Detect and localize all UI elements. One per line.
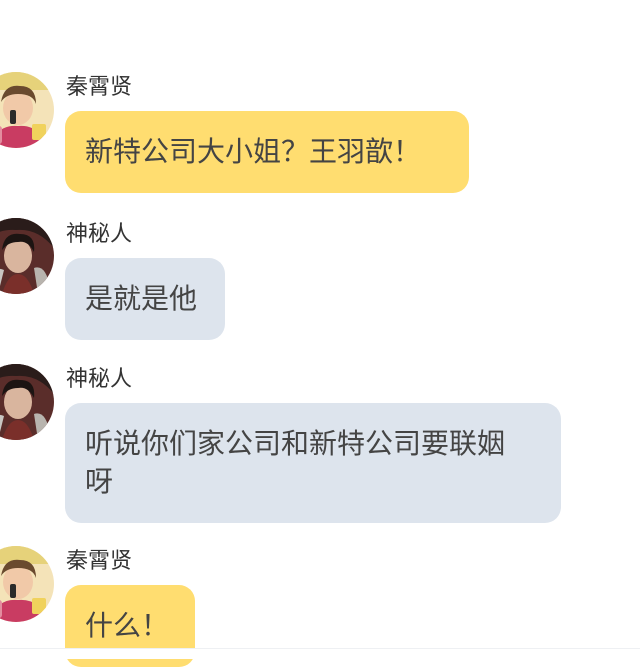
sender-name: 秦霄贤 (66, 549, 133, 574)
person-avatar-icon[interactable] (0, 72, 54, 148)
sender-name: 秦霄贤 (66, 75, 133, 100)
anime-avatar-icon[interactable] (0, 364, 54, 440)
anime-avatar-icon[interactable] (0, 218, 54, 294)
sender-name: 神秘人 (66, 222, 133, 247)
message-bubble[interactable]: 是就是他 (65, 258, 225, 340)
composer-bar (0, 648, 640, 659)
person-avatar-icon[interactable] (0, 546, 54, 622)
sender-name: 神秘人 (66, 367, 133, 392)
message-bubble[interactable]: 听说你们家公司和新特公司要联姻 呀 (65, 403, 561, 523)
chat-thread[interactable]: 秦霄贤 新特公司大小姐？王羽歆！ 神秘人 是就是他 神秘人 听说你们家公司和新特… (0, 0, 640, 667)
message-bubble[interactable]: 新特公司大小姐？王羽歆！ (65, 111, 469, 193)
